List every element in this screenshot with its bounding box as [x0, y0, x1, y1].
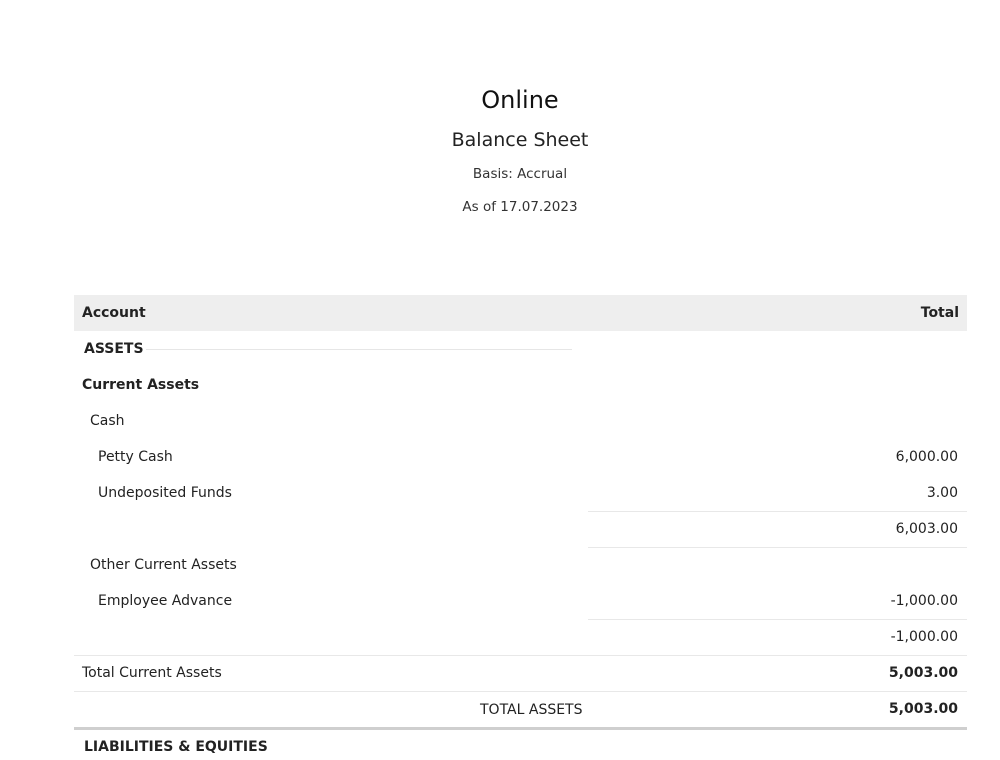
current-assets-row: Current Assets — [74, 367, 967, 403]
account-name[interactable]: Undeposited Funds — [98, 485, 232, 501]
account-column-header: Account — [82, 305, 146, 321]
total-current-assets-amount: 5,003.00 — [888, 665, 958, 681]
total-current-assets-label: Total Current Assets — [82, 665, 222, 681]
account-name[interactable]: Employee Advance — [98, 593, 232, 609]
cash-subtotal-row: 6,003.00 — [74, 511, 967, 547]
total-current-assets-row: Total Current Assets 5,003.00 — [74, 655, 967, 691]
cash-group-label: Cash — [90, 413, 125, 429]
table-header: Account Total — [74, 295, 967, 331]
report-title: Balance Sheet — [451, 129, 589, 151]
other-current-assets-subtotal-row: -1,000.00 — [74, 619, 967, 655]
total-column-header: Total — [920, 305, 959, 321]
liabilities-equities-row: LIABILITIES & EQUITIES — [74, 730, 967, 760]
account-amount: -1,000.00 — [890, 593, 958, 609]
table-row[interactable]: Undeposited Funds 3.00 — [74, 475, 967, 511]
report-date: As of 17.07.2023 — [462, 199, 578, 215]
report-basis: Basis: Accrual — [472, 166, 568, 182]
current-assets-heading: Current Assets — [82, 377, 200, 393]
assets-section-row: ASSETS — [74, 331, 967, 367]
organization-name: Online — [481, 86, 559, 114]
section-divider — [146, 349, 572, 350]
table-row[interactable]: Petty Cash 6,000.00 — [74, 439, 967, 475]
account-amount: 6,000.00 — [895, 449, 958, 465]
account-amount: 3.00 — [926, 485, 958, 501]
balance-sheet-table: Account Total ASSETS Current Assets Cash… — [74, 295, 967, 760]
liabilities-equities-heading: LIABILITIES & EQUITIES — [84, 739, 268, 755]
assets-heading: ASSETS — [84, 341, 144, 357]
other-current-assets-row: Other Current Assets — [74, 547, 967, 583]
other-current-assets-subtotal-amount: -1,000.00 — [890, 629, 958, 645]
other-current-assets-label: Other Current Assets — [90, 557, 237, 573]
table-row[interactable]: Employee Advance -1,000.00 — [74, 583, 967, 619]
total-assets-amount: 5,003.00 — [888, 701, 958, 717]
cash-group-row: Cash — [74, 403, 967, 439]
total-assets-row: TOTAL ASSETS 5,003.00 — [74, 691, 967, 727]
cash-subtotal-amount: 6,003.00 — [895, 521, 958, 537]
account-name[interactable]: Petty Cash — [98, 449, 173, 465]
total-assets-label: TOTAL ASSETS — [480, 702, 583, 718]
